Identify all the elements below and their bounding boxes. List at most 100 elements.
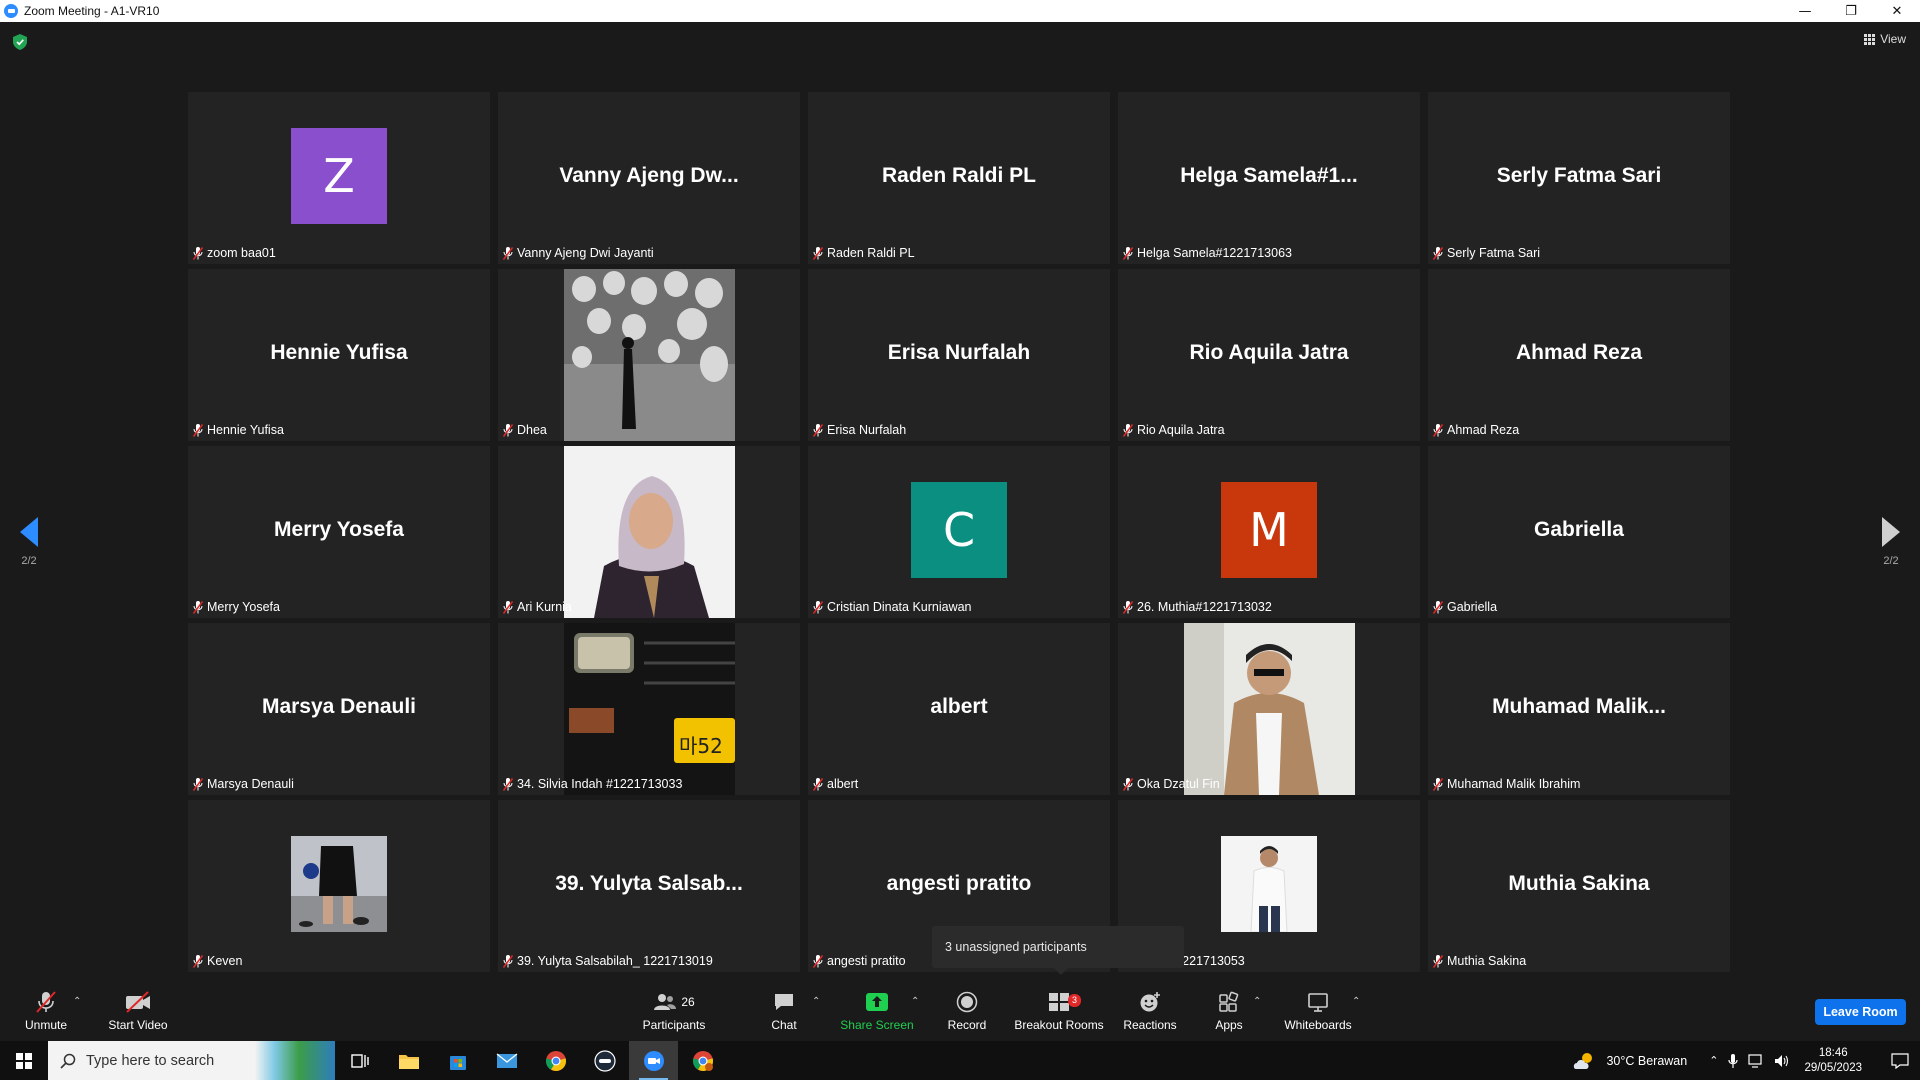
network-icon[interactable] [1748, 1053, 1764, 1068]
participant-tile[interactable]: Muthia Sakina Muthia Sakina [1428, 800, 1730, 972]
start-video-button[interactable]: Start Video [105, 980, 171, 1041]
participant-tile[interactable]: Dhea [498, 269, 800, 441]
participant-tile[interactable]: 39. Yulyta Salsab... 39. Yulyta Salsabila… [498, 800, 800, 972]
file-explorer-button[interactable] [384, 1041, 433, 1080]
participant-name-label: Muthia Sakina [1430, 952, 1529, 970]
whiteboards-label: Whiteboards [1284, 1018, 1352, 1032]
participant-name-label: albert [810, 775, 861, 793]
next-page-button[interactable]: 2/2 [1871, 517, 1911, 567]
participants-count: 26 [681, 995, 695, 1009]
store-bag-icon [449, 1055, 466, 1070]
microsoft-store-button[interactable] [433, 1041, 482, 1080]
participant-tile[interactable]: Ari Kurnia [498, 446, 800, 618]
chat-options-caret-icon[interactable]: ⌃ [812, 996, 820, 1007]
record-label: Record [947, 1018, 987, 1032]
arrow-left-icon [20, 517, 38, 547]
taskbar-search[interactable]: Type here to search [48, 1041, 335, 1080]
participant-tile[interactable]: Merry Yosefa Merry Yosefa [188, 446, 490, 618]
participant-tile[interactable]: Vanny Ajeng Dw... Vanny Ajeng Dwi Jayanti [498, 92, 800, 264]
chrome-profile-button[interactable] [678, 1041, 727, 1080]
participant-tile[interactable]: Serly Fatma Sari Serly Fatma Sari [1428, 92, 1730, 264]
participant-display-name: angesti pratito [886, 872, 1032, 895]
reactions-button[interactable]: Reactions [1123, 980, 1177, 1041]
muted-microphone-icon [1433, 600, 1443, 614]
windows-taskbar: Type here to search 30°C Berawan ⌃ 18:46… [0, 1041, 1920, 1080]
participant-name: Cristian Dinata Kurniawan [827, 600, 972, 614]
participant-tile[interactable]: albert albert [808, 623, 1110, 795]
whiteboard-icon [1308, 993, 1328, 1012]
muted-microphone-icon [1123, 777, 1133, 791]
show-hidden-icons-chevron-icon[interactable]: ⌃ [1709, 1054, 1718, 1067]
clock[interactable]: 18:46 29/05/2023 [1804, 1046, 1862, 1076]
microphone-tray-icon[interactable] [1728, 1053, 1739, 1068]
muted-microphone-icon [193, 777, 203, 791]
muted-microphone-icon [193, 423, 203, 437]
share-screen-button[interactable]: Share Screen [840, 980, 914, 1041]
participant-name-label: Merry Yosefa [190, 598, 283, 616]
participants-button[interactable]: 26 Participants [638, 980, 710, 1041]
participant-tile[interactable]: Ahmad Reza Ahmad Reza [1428, 269, 1730, 441]
participant-tile[interactable]: Raden Raldi PL Raden Raldi PL [808, 92, 1110, 264]
close-button[interactable]: ✕ [1874, 0, 1920, 22]
weather-text: 30°C Berawan [1606, 1053, 1688, 1068]
minimize-button[interactable]: — [1782, 0, 1828, 22]
participant-tile[interactable]: 마52 34. Silvia Indah #1221713033 [498, 623, 800, 795]
muted-microphone-icon [503, 954, 513, 968]
participant-name: Keven [207, 954, 243, 968]
participant-display-name: Merry Yosefa [274, 518, 404, 541]
leave-room-button[interactable]: Leave Room [1815, 999, 1906, 1025]
previous-page-button[interactable]: 2/2 [9, 517, 49, 567]
mail-button[interactable] [482, 1041, 531, 1080]
apps-options-caret-icon[interactable]: ⌃ [1253, 996, 1261, 1007]
whiteboards-options-caret-icon[interactable]: ⌃ [1352, 996, 1360, 1007]
meeting-app-button[interactable] [580, 1041, 629, 1080]
participant-tile[interactable]: Helga Samela#1... Helga Samela#1221713063 [1118, 92, 1420, 264]
security-shield-icon[interactable] [13, 34, 27, 50]
participant-tile[interactable]: Muhamad Malik... Muhamad Malik Ibrahim [1428, 623, 1730, 795]
start-button[interactable] [0, 1041, 48, 1080]
participant-name: Ahmad Reza [1447, 423, 1520, 437]
task-view-icon [350, 1053, 369, 1068]
share-options-caret-icon[interactable]: ⌃ [911, 996, 919, 1007]
view-button[interactable]: View [1864, 32, 1906, 46]
participant-display-name: Rio Aquila Jatra [1189, 341, 1349, 364]
participant-avatar: Z [291, 128, 387, 224]
task-view-button[interactable] [335, 1041, 384, 1080]
participant-tile[interactable]: C Cristian Dinata Kurniawan [808, 446, 1110, 618]
breakout-rooms-badge: 3 [1068, 994, 1081, 1007]
participant-tile[interactable]: Marsya Denauli Marsya Denauli [188, 623, 490, 795]
participant-tile[interactable]: Rio Aquila Jatra Rio Aquila Jatra [1118, 269, 1420, 441]
unmute-button[interactable]: Unmute [18, 980, 74, 1041]
meeting-toolbar: Unmute ⌃ Start Video 26 Participants Cha… [0, 980, 1920, 1041]
participant-tile[interactable]: Keven [188, 800, 490, 972]
chat-label: Chat [771, 1018, 797, 1032]
participant-tile[interactable]: Erisa Nurfalah Erisa Nurfalah [808, 269, 1110, 441]
restore-button[interactable]: ❐ [1828, 0, 1874, 22]
chat-bubble-icon [775, 994, 793, 1010]
zoom-taskbar-button[interactable] [629, 1041, 678, 1080]
apps-button[interactable]: Apps [1212, 980, 1246, 1041]
participant-name: albert [827, 777, 859, 791]
record-button[interactable]: Record [946, 980, 988, 1041]
participant-name-label: 26. Muthia#1221713032 [1120, 598, 1275, 616]
weather-widget[interactable]: 30°C Berawan [1572, 1051, 1687, 1071]
participant-display-name: Raden Raldi PL [881, 164, 1037, 187]
participant-tile[interactable]: Oka Dzatul Fin [1118, 623, 1420, 795]
participant-name-label: Raden Raldi PL [810, 244, 918, 262]
participant-tile[interactable]: Zzoom baa01 [188, 92, 490, 264]
breakout-rooms-button[interactable]: Breakout Rooms [1014, 980, 1104, 1041]
participant-tile[interactable]: Hennie Yufisa Hennie Yufisa [188, 269, 490, 441]
volume-icon[interactable] [1774, 1054, 1790, 1068]
chrome-button[interactable] [531, 1041, 580, 1080]
meeting-area: View 2/2 2/2 Zzoom baa01 Vanny Ajeng Dw..… [0, 22, 1920, 980]
search-icon [60, 1053, 76, 1069]
notification-center-button[interactable] [1880, 1052, 1920, 1069]
participant-name-label: Erisa Nurfalah [810, 421, 909, 439]
whiteboards-button[interactable]: Whiteboards [1281, 980, 1355, 1041]
participant-tile[interactable]: M 26. Muthia#1221713032 [1118, 446, 1420, 618]
audio-options-caret-icon[interactable]: ⌃ [73, 996, 81, 1007]
participant-name: 39. Yulyta Salsabilah_ 1221713019 [517, 954, 713, 968]
chat-button[interactable]: Chat [766, 980, 802, 1041]
participant-tile[interactable]: Gabriella Gabriella [1428, 446, 1730, 618]
participant-name-label: Gabriella [1430, 598, 1500, 616]
